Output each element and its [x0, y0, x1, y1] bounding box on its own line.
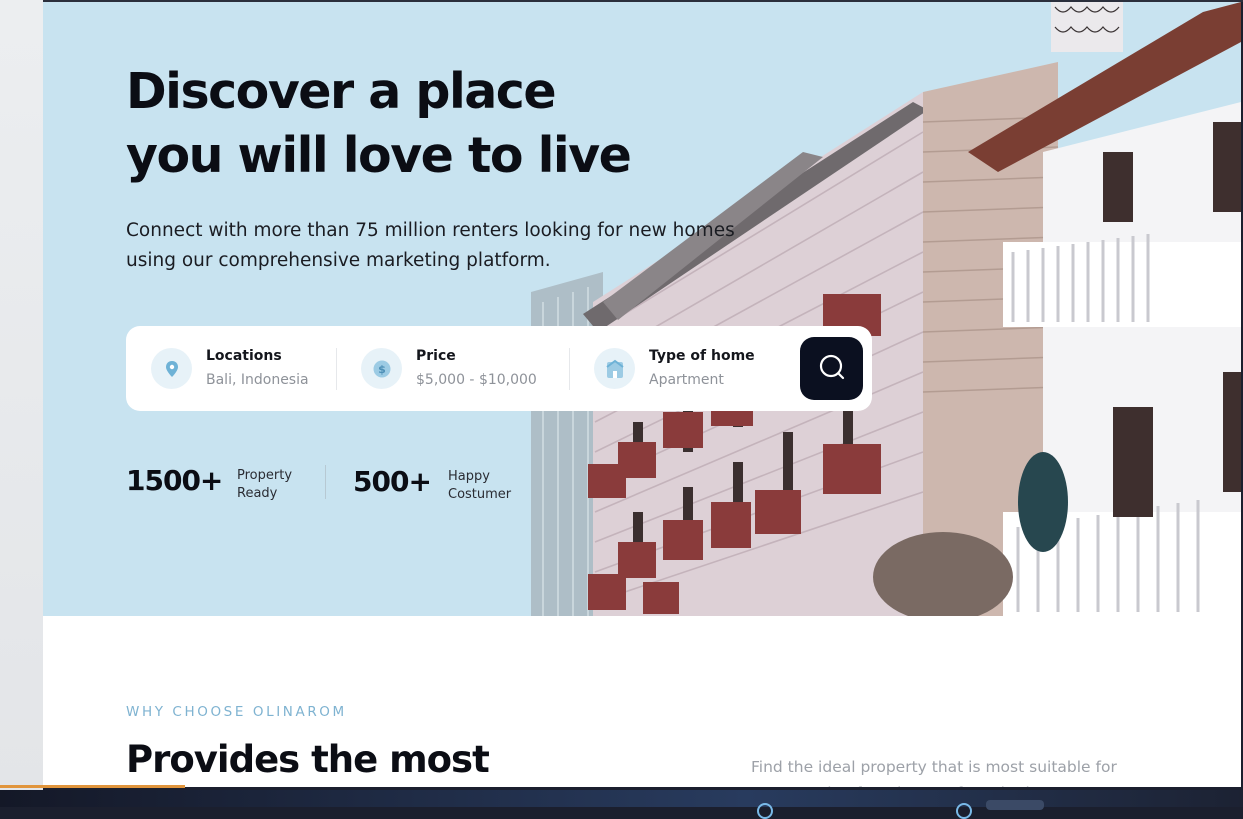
price-value: $5,000 - $10,000: [416, 372, 537, 388]
taskbar-app-icon[interactable]: [956, 803, 972, 819]
location-field[interactable]: Locations Bali, Indonesia: [151, 326, 331, 411]
stat-customer-label-line-2: Costumer: [448, 487, 512, 502]
taskbar-app-icon[interactable]: [757, 803, 773, 819]
location-pin-icon: [151, 348, 192, 389]
dollar-icon: $: [361, 348, 402, 389]
location-label: Locations: [206, 348, 282, 364]
property-search-bar: Locations Bali, Indonesia $ Price $5,000…: [126, 326, 872, 411]
search-divider: [569, 348, 570, 390]
hero-title-line-2: you will love to live: [126, 127, 632, 184]
hero-subtitle: Connect with more than 75 million renter…: [126, 220, 735, 271]
scroll-progress-bar: [0, 785, 185, 788]
home-type-value: Apartment: [649, 372, 724, 388]
stat-property-number: 1500+: [126, 464, 223, 497]
browser-left-margin: [0, 0, 43, 790]
price-label: Price: [416, 348, 456, 364]
hero-title: Discover a place you will love to live: [126, 60, 632, 188]
price-field[interactable]: $ Price $5,000 - $10,000: [361, 326, 561, 411]
search-icon: [818, 353, 846, 385]
hero-section: Discover a place you will love to live C…: [43, 2, 1241, 616]
section-eyebrow: WHY CHOOSE OLINAROM: [126, 704, 347, 720]
stat-customer-label-line-1: Happy: [448, 469, 490, 484]
section-title: Provides the most: [126, 738, 490, 781]
home-type-field[interactable]: Type of home Apartment: [594, 326, 784, 411]
stats-divider: [325, 465, 326, 499]
section-description: Find the ideal property that is most sui…: [751, 758, 1117, 787]
search-button[interactable]: [800, 337, 863, 400]
landing-page: Discover a place you will love to live C…: [43, 2, 1241, 787]
stat-property-label: Property Ready: [237, 467, 292, 503]
stat-property-label-line-2: Ready: [237, 486, 278, 501]
stat-customer-label: Happy Costumer: [448, 468, 511, 504]
taskbar-app-button[interactable]: [986, 800, 1044, 810]
stat-property-label-line-1: Property: [237, 468, 293, 483]
location-value: Bali, Indonesia: [206, 372, 309, 388]
svg-text:$: $: [378, 363, 386, 376]
taskbar: [0, 790, 1243, 807]
stat-customer-number: 500+: [353, 465, 432, 498]
search-divider: [336, 348, 337, 390]
hero-title-line-1: Discover a place: [126, 63, 557, 120]
house-icon: [594, 348, 635, 389]
home-type-label: Type of home: [649, 348, 755, 364]
